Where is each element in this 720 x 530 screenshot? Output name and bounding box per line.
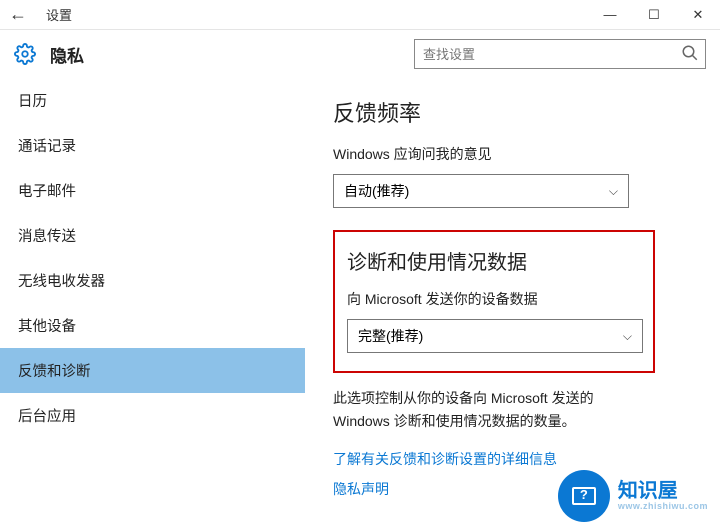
sidebar: 日历通话记录电子邮件消息传送无线电收发器其他设备反馈和诊断后台应用 — [0, 78, 305, 530]
diagnostics-highlight-box: 诊断和使用情况数据 向 Microsoft 发送你的设备数据 完整(推荐) ⌵ — [333, 230, 655, 373]
minimize-button[interactable]: — — [588, 0, 632, 30]
back-button[interactable]: ← — [0, 4, 36, 25]
chevron-down-icon: ⌵ — [623, 329, 632, 344]
diagnostics-data-select[interactable]: 完整(推荐) ⌵ — [347, 319, 643, 353]
page-title: 隐私 — [50, 42, 84, 67]
app-title: 设置 — [46, 5, 72, 24]
sidebar-item[interactable]: 反馈和诊断 — [0, 348, 305, 393]
sidebar-item[interactable]: 电子邮件 — [0, 168, 305, 213]
learn-more-link[interactable]: 了解有关反馈和诊断设置的详细信息 — [333, 449, 692, 469]
sidebar-item[interactable]: 其他设备 — [0, 303, 305, 348]
search-icon[interactable] — [681, 44, 699, 67]
maximize-button[interactable]: ☐ — [632, 0, 676, 30]
gear-icon — [14, 43, 36, 65]
feedback-heading: 反馈频率 — [333, 96, 692, 128]
diagnostics-heading: 诊断和使用情况数据 — [347, 246, 641, 275]
sidebar-item[interactable]: 日历 — [0, 78, 305, 123]
diagnostics-label: 向 Microsoft 发送你的设备数据 — [347, 289, 641, 309]
sidebar-item[interactable]: 消息传送 — [0, 213, 305, 258]
privacy-statement-link[interactable]: 隐私声明 — [333, 479, 692, 499]
search-input[interactable] — [423, 47, 675, 62]
chevron-down-icon: ⌵ — [609, 184, 618, 199]
search-box[interactable] — [414, 39, 706, 69]
diagnostics-select-value: 完整(推荐) — [358, 326, 423, 346]
sidebar-item[interactable]: 后台应用 — [0, 393, 305, 438]
sidebar-item[interactable]: 无线电收发器 — [0, 258, 305, 303]
feedback-section: 反馈频率 Windows 应询问我的意见 自动(推荐) ⌵ — [333, 96, 692, 208]
close-button[interactable]: ✕ — [676, 0, 720, 30]
feedback-label: Windows 应询问我的意见 — [333, 144, 692, 164]
main-panel: 反馈频率 Windows 应询问我的意见 自动(推荐) ⌵ 诊断和使用情况数据 … — [305, 78, 720, 530]
sidebar-item[interactable]: 通话记录 — [0, 123, 305, 168]
feedback-frequency-select[interactable]: 自动(推荐) ⌵ — [333, 174, 629, 208]
feedback-select-value: 自动(推荐) — [344, 181, 409, 201]
diagnostics-description: 此选项控制从你的设备向 Microsoft 发送的 Windows 诊断和使用情… — [333, 387, 653, 433]
